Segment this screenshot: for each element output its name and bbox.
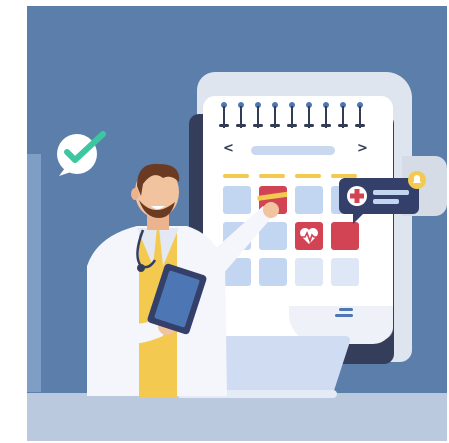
calendar-day-cell-marked: [331, 222, 359, 250]
calendar-month-bar: [251, 146, 335, 155]
calendar-ring: [236, 102, 246, 130]
background-panel: [27, 154, 41, 392]
heart-pulse-icon: [300, 228, 318, 244]
medical-notification: [339, 171, 426, 224]
calendar-ring: [321, 102, 331, 130]
illustration-canvas: < >: [27, 6, 447, 441]
calendar-ring: [355, 102, 365, 130]
calendar-ring: [270, 102, 280, 130]
pencil-icon: [257, 191, 287, 201]
calendar-ring: [253, 102, 263, 130]
calendar-ring: [304, 102, 314, 130]
calendar-weekday-bar: [295, 174, 321, 178]
calendar-day-cell: [331, 258, 359, 286]
calendar-day-cell-marked: [295, 222, 323, 250]
calendar-ring: [219, 102, 229, 130]
calendar-day-cell: [295, 186, 323, 214]
calendar-ring: [338, 102, 348, 130]
doctor-figure: [87, 163, 287, 398]
calendar-next-arrow: >: [357, 141, 368, 156]
calendar-day-cell: [295, 258, 323, 286]
calendar-rings: [219, 102, 371, 130]
calendar-ring: [287, 102, 297, 130]
bell-icon: [408, 171, 426, 189]
